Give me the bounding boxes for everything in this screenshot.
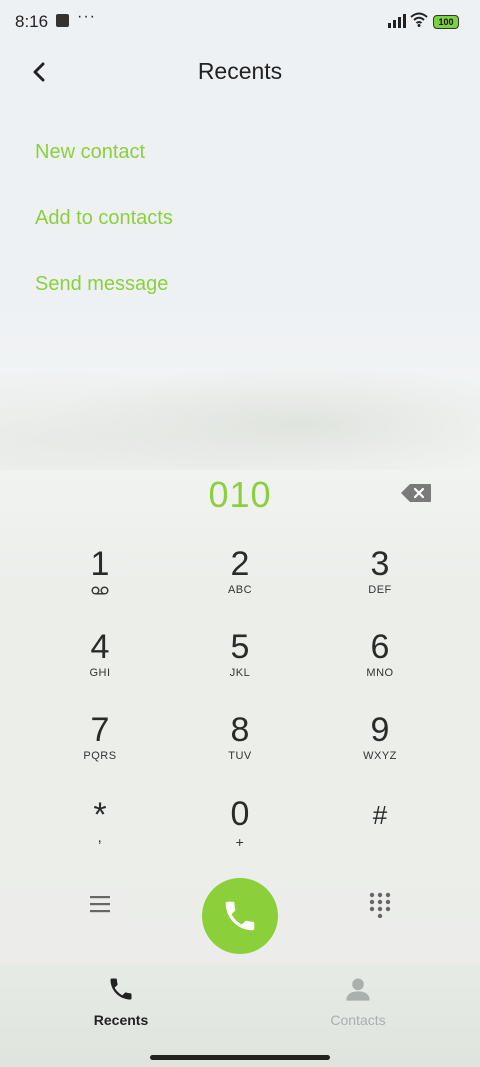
key-star[interactable]: * ,	[40, 797, 160, 867]
call-button[interactable]	[202, 878, 278, 954]
dialed-number: 010	[208, 474, 272, 515]
status-time: 8:16	[15, 12, 49, 31]
more-notifications-icon: ···	[77, 8, 96, 25]
send-message-link[interactable]: Send message	[35, 273, 168, 296]
key-3[interactable]: 3 DEF	[320, 546, 440, 616]
bottom-navigation: Recents Contacts	[0, 963, 480, 1067]
phone-icon	[110, 978, 132, 1000]
notification-icon	[56, 14, 69, 27]
page-title: Recents	[197, 58, 283, 84]
key-5[interactable]: 5 JKL	[180, 629, 300, 699]
key-8[interactable]: 8 TUV	[180, 712, 300, 782]
key-hash[interactable]: #	[320, 797, 440, 867]
phone-icon	[225, 901, 255, 931]
background-landscape	[0, 330, 480, 470]
new-contact-link[interactable]: New contact	[35, 141, 145, 164]
wifi-icon	[410, 12, 428, 27]
signal-icon	[388, 14, 406, 28]
key-0[interactable]: 0 +	[180, 796, 300, 866]
key-6[interactable]: 6 MNO	[320, 629, 440, 699]
dialpad-icon[interactable]	[368, 892, 392, 918]
person-icon	[346, 978, 370, 1001]
key-2[interactable]: 2 ABC	[180, 546, 300, 616]
home-indicator[interactable]	[150, 1055, 330, 1060]
key-7[interactable]: 7 PQRS	[40, 712, 160, 782]
tab-contacts[interactable]: Contacts	[298, 975, 418, 1028]
battery-icon: 100	[433, 15, 459, 29]
key-4[interactable]: 4 GHI	[40, 629, 160, 699]
add-to-contacts-link[interactable]: Add to contacts	[35, 207, 173, 230]
key-1[interactable]: 1	[40, 546, 160, 616]
status-bar: 8:16 ··· 100	[0, 0, 480, 44]
tab-recents[interactable]: Recents	[61, 975, 181, 1028]
header: Recents	[0, 50, 480, 90]
menu-icon[interactable]	[88, 893, 112, 915]
voicemail-icon	[91, 586, 109, 595]
key-9[interactable]: 9 WXYZ	[320, 712, 440, 782]
backspace-icon[interactable]	[400, 483, 432, 503]
